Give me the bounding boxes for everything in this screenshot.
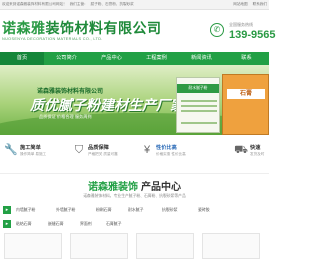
welcome-text: 欢迎来到诺森雅装饰材料有限公司网站！ (2, 2, 67, 6)
category-row: ▸ 内墙腻子粉 外墙腻子粉 粉刷石膏 耐水腻子 抗裂砂浆 瓷砖胶 (0, 204, 269, 216)
hotline-label: 全国服务热线 (229, 22, 253, 27)
product-card[interactable] (136, 233, 194, 259)
logo-brand: 诺森雅 (2, 20, 46, 36)
chevron-right-icon: ▸ (3, 206, 11, 214)
site-header: 诺森雅装饰材料有限公司 NUOSENYA DECORATION MATERIAL… (0, 10, 276, 52)
top-info-bar: 欢迎来到诺森雅装饰材料有限公司网站！ 我们主营： 腻子粉、石膏粉、抗裂砂浆 网站… (0, 0, 269, 10)
product-card[interactable] (202, 233, 260, 259)
feature-sub: 操作简单 易施工 (20, 152, 47, 156)
bag-line (181, 105, 217, 107)
product-card[interactable] (70, 233, 128, 259)
chevron-right-icon: ▸ (3, 220, 11, 228)
category-row: ▸ 粘结石膏 嵌缝石膏 界面剂 石膏腻子 (0, 218, 269, 230)
shield-icon: ⛉ (74, 144, 84, 156)
product-title-brand: 诺森雅装饰 (88, 182, 138, 193)
logo-english-name: NUOSENYA DECORATION MATERIALS CO., LTD. (2, 37, 103, 41)
feature-title: 快速 (250, 145, 261, 151)
bag-line (181, 100, 217, 102)
logo-company: 装饰材料有限公司 (45, 20, 162, 36)
bag-line (181, 122, 217, 124)
category-link[interactable]: 石膏腻子 (106, 221, 122, 227)
nav-home[interactable]: 首页 (0, 52, 44, 65)
feature-strip: 🔧 施工简单 操作简单 易施工 ⛉ 品质保障 严格把关 质量可靠 ¥ 性价比高 … (0, 135, 269, 174)
category-link[interactable]: 粉刷石膏 (96, 207, 112, 213)
category-link[interactable]: 外墙腻子粉 (56, 207, 75, 213)
nav-news[interactable]: 新闻资讯 (179, 52, 224, 65)
product-center-subtitle: 诺森雅装饰材料，专业生产腻子粉、石膏粉、抗裂砂浆等产品 (83, 194, 186, 198)
product-bag-image: 石膏 (222, 74, 269, 135)
hotline-number: 139-9565 (229, 29, 276, 41)
feature-title: 品质保障 (88, 145, 109, 151)
bag-line (181, 110, 217, 112)
nav-products[interactable]: 产品中心 (89, 52, 134, 65)
feature-title: 施工简单 (20, 145, 41, 151)
nav-about[interactable]: 公司简介 (44, 52, 89, 65)
category-link[interactable]: 界面剂 (80, 221, 92, 227)
product-title-main: 产品中心 (141, 182, 181, 193)
bag-label: 耐水腻子粉 (177, 84, 219, 93)
product-bag-image: 耐水腻子粉 (176, 77, 220, 133)
category-link[interactable]: 耐水腻子 (128, 207, 144, 213)
feature-title: 性价比高 (156, 145, 177, 151)
nav-cases[interactable]: 工程案例 (134, 52, 179, 65)
category-link[interactable]: 抗裂砂浆 (162, 207, 178, 213)
banner-tagline: 品质保证 价格合理 服务周到 (39, 114, 92, 119)
coin-icon: ¥ (143, 144, 151, 156)
main-nav: 首页 公司简介 产品中心 工程案例 新闻资讯 联系 (0, 52, 269, 65)
sitemap-link[interactable]: 网站地图 (233, 2, 247, 6)
truck-icon: ⛟ (234, 144, 248, 156)
business-label: 我们主营： (69, 2, 88, 6)
category-link[interactable]: 嵌缝石膏 (48, 221, 64, 227)
business-items: 腻子粉、石膏粉、抗裂砂浆 (90, 2, 134, 6)
banner-company: 诺森雅装饰材料有限公司 (37, 89, 104, 95)
wrench-icon: 🔧 (4, 144, 18, 156)
category-link[interactable]: 粘结石膏 (16, 221, 32, 227)
contact-link[interactable]: 联系我们 (253, 2, 267, 6)
product-card[interactable] (4, 233, 62, 259)
phone-icon: ✆ (210, 23, 224, 37)
product-center-title: 诺森雅装饰 产品中心 (0, 177, 269, 195)
bag-label: 石膏 (227, 89, 265, 99)
banner-headline: 质优腻子粉建材生产厂家 (30, 97, 184, 113)
company-logo[interactable]: 诺森雅装饰材料有限公司 (2, 18, 162, 38)
category-link[interactable]: 内墙腻子粉 (16, 207, 35, 213)
hero-banner[interactable]: 诺森雅装饰材料有限公司 质优腻子粉建材生产厂家 品质保证 价格合理 服务周到 耐… (0, 65, 269, 135)
nav-contact[interactable]: 联系 (224, 52, 269, 65)
feature-sub: 价格实惠 性价比高 (156, 152, 186, 156)
category-link[interactable]: 瓷砖胶 (198, 207, 210, 213)
feature-sub: 严格把关 质量可靠 (88, 152, 118, 156)
feature-sub: 发货及时 (250, 152, 265, 156)
